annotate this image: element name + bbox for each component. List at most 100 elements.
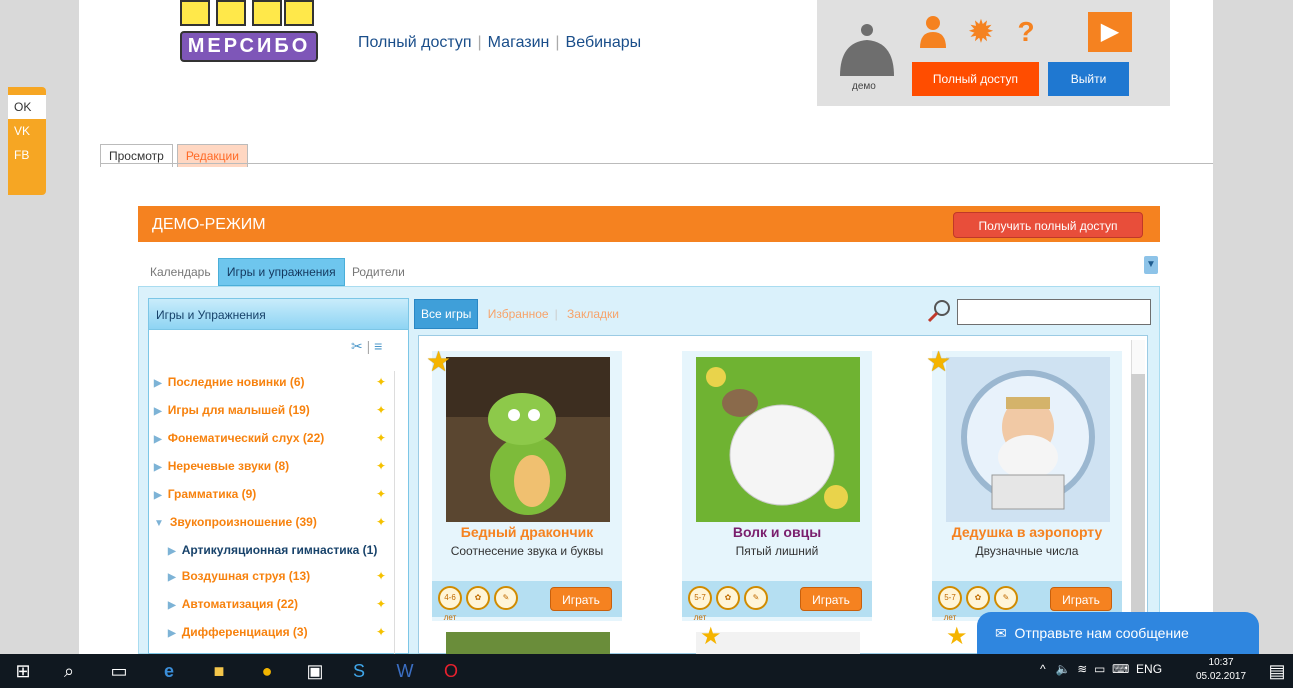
keyboard-icon[interactable]: ⌨ — [1112, 662, 1129, 676]
pin-icon[interactable]: ✦ — [376, 515, 386, 529]
pin-icon[interactable]: ✦ — [376, 625, 386, 639]
favorite-star-icon[interactable]: ★ — [926, 345, 951, 378]
pin-icon[interactable]: ✦ — [376, 459, 386, 473]
clock[interactable]: 10:37 05.02.2017 — [1196, 656, 1246, 684]
exit-button[interactable]: Выйти — [1048, 62, 1129, 96]
file-explorer-icon[interactable]: ■ — [206, 658, 232, 684]
logo-face-icon — [216, 0, 246, 26]
skype-icon[interactable]: S — [346, 658, 372, 684]
nav-webinars[interactable]: Вебинары — [566, 34, 642, 51]
tab-favorites[interactable]: Избранное — [482, 299, 555, 329]
category-scrollbar[interactable] — [394, 371, 405, 654]
game-card[interactable]: ★ Бедный дракончик Соотнесение звука и б… — [426, 346, 622, 622]
wifi-icon[interactable]: ≋ — [1077, 662, 1087, 676]
play-button[interactable]: Играть — [800, 587, 862, 611]
language-indicator[interactable]: ENG — [1136, 662, 1162, 676]
game-thumbnail-dragon[interactable] — [446, 357, 610, 522]
nav-full-access[interactable]: Полный доступ — [358, 34, 472, 51]
task-view-icon[interactable]: ▭ — [106, 658, 132, 684]
pin-icon[interactable]: ✦ — [376, 375, 386, 389]
game-card-partial[interactable] — [446, 632, 610, 654]
edge-browser-icon[interactable]: e — [156, 658, 182, 684]
word-icon[interactable]: W — [392, 658, 418, 684]
mersibo-logo[interactable]: МЕРСИБО — [180, 0, 318, 62]
avatar[interactable] — [836, 20, 898, 76]
category-air-stream[interactable]: ▶ Воздушная струя (13) — [168, 569, 310, 583]
category-differentiation[interactable]: ▶ Дифференциация (3) — [168, 625, 308, 639]
pin-icon[interactable]: ✦ — [376, 431, 386, 445]
game-card[interactable]: Волк и овцы Пятый лишний 5-7 лет ✿ ✎ Игр… — [682, 351, 872, 622]
profile-icon[interactable] — [912, 12, 954, 52]
pin-icon[interactable]: ✦ — [376, 403, 386, 417]
user-name-label: демо — [852, 81, 876, 92]
skills-badge-icon: ✿ — [966, 586, 990, 610]
age-badge-icon: 5-7 лет — [688, 586, 712, 622]
search-input[interactable] — [957, 299, 1151, 325]
game-thumbnail-grandpa[interactable] — [946, 357, 1110, 522]
social-fb-link[interactable]: FB — [8, 143, 46, 167]
play-video-icon[interactable]: ▶ — [1088, 12, 1132, 52]
demo-mode-title: ДЕМО-РЕЖИМ — [152, 216, 266, 233]
tab-games-exercises[interactable]: Игры и упражнения — [217, 258, 345, 286]
game-card[interactable]: ★ Дедушка в аэропорту Двузначные числа 5… — [926, 346, 1122, 622]
game-title[interactable]: Волк и овцы — [682, 524, 872, 540]
collapse-chevron-icon[interactable]: ▼ — [1144, 256, 1158, 274]
pin-icon[interactable]: ✦ — [376, 597, 386, 611]
notifications-icon[interactable]: ▤ — [1264, 658, 1290, 684]
tools-icon[interactable]: ✂ — [351, 338, 363, 354]
chevron-up-icon[interactable]: ^ — [1040, 662, 1046, 676]
tab-bookmarks[interactable]: Закладки — [561, 299, 625, 329]
store-icon[interactable]: ▣ — [302, 658, 328, 684]
social-ok-link[interactable]: OK — [8, 95, 46, 119]
favorite-star-icon[interactable]: ★ — [700, 622, 722, 651]
settings-gear-icon[interactable]: ✹ — [960, 12, 1002, 52]
age-badge-icon: 5-7 лет — [938, 586, 962, 622]
filter-icon[interactable]: ≡ — [374, 338, 382, 354]
search-icon[interactable] — [925, 297, 953, 325]
game-title[interactable]: Бедный дракончик — [432, 524, 622, 540]
category-grammar[interactable]: ▶ Грамматика (9) — [154, 487, 256, 501]
divider — [100, 163, 1213, 164]
chat-label: Отправьте нам сообщение — [1014, 625, 1189, 641]
nav-shop[interactable]: Магазин — [488, 34, 550, 51]
get-full-access-button[interactable]: Получить полный доступ — [953, 212, 1143, 238]
category-tools: ✂ | ≡ — [351, 338, 383, 354]
game-subtitle: Пятый лишний — [735, 544, 819, 558]
category-panel-title: Игры и Упражнения — [148, 298, 409, 330]
game-thumbnail-sheep[interactable] — [696, 357, 860, 522]
opera-icon[interactable]: O — [438, 658, 464, 684]
favorite-star-icon[interactable]: ★ — [946, 622, 968, 651]
battery-icon[interactable]: ▭ — [1094, 662, 1105, 676]
chat-widget[interactable]: ✉ Отправьте нам сообщение — [977, 612, 1259, 654]
volume-icon[interactable]: 🔈 — [1056, 662, 1071, 676]
favorite-star-icon[interactable]: ★ — [426, 345, 451, 378]
windows-start-icon[interactable]: ⊞ — [10, 658, 36, 684]
chrome-icon[interactable]: ● — [254, 658, 280, 684]
tab-calendar[interactable]: Календарь — [146, 259, 215, 285]
category-toddlers[interactable]: ▶ Игры для малышей (19) — [154, 403, 310, 417]
skills-badge-icon: ✿ — [716, 586, 740, 610]
pin-icon[interactable]: ✦ — [376, 569, 386, 583]
social-vk-link[interactable]: VK — [8, 119, 46, 143]
pin-icon[interactable]: ✦ — [376, 487, 386, 501]
logo-text: МЕРСИБО — [180, 31, 318, 62]
search-icon[interactable]: ⌕ — [56, 658, 82, 684]
tab-parents[interactable]: Родители — [348, 259, 409, 285]
category-articulation[interactable]: ▶ Артикуляционная гимнастика (1) — [168, 543, 377, 557]
help-icon[interactable]: ? — [1005, 12, 1047, 52]
section-tabs: Календарь Игры и упражнения Родители — [146, 258, 409, 286]
full-access-button[interactable]: Полный доступ — [912, 62, 1039, 96]
system-tray: ^ 🔈 ≋ ▭ ⌨ ENG — [1040, 662, 1162, 676]
tab-all-games[interactable]: Все игры — [414, 299, 479, 329]
category-nonspeech-sounds[interactable]: ▶ Неречевые звуки (8) — [154, 459, 289, 473]
play-button[interactable]: Играть — [550, 587, 612, 611]
category-pronunciation[interactable]: ▼ Звукопроизношение (39) — [154, 515, 317, 529]
clock-time: 10:37 — [1208, 657, 1234, 668]
category-automation[interactable]: ▶ Автоматизация (22) — [168, 597, 298, 611]
logo-face-icon — [252, 0, 282, 26]
category-latest[interactable]: ▶ Последние новинки (6) — [154, 375, 305, 389]
play-button[interactable]: Играть — [1050, 587, 1112, 611]
skills-badge-icon: ✿ — [466, 586, 490, 610]
category-phonemic-hearing[interactable]: ▶ Фонематический слух (22) — [154, 431, 324, 445]
game-title[interactable]: Дедушка в аэропорту — [932, 524, 1122, 540]
